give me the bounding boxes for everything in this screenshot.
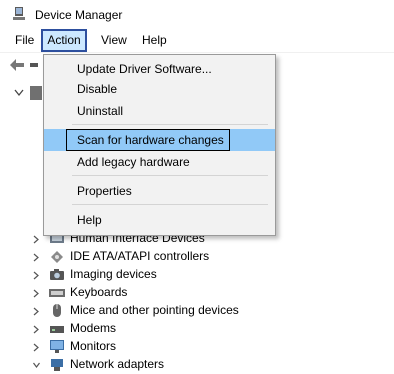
menu-separator	[72, 175, 268, 176]
menu-item-label: Disable	[77, 82, 118, 96]
chevron-down-icon[interactable]	[14, 89, 24, 97]
mouse-icon	[53, 304, 61, 317]
tree-item-label: IDE ATA/ATAPI controllers	[70, 249, 210, 263]
tree-item-ide-ata-atapi[interactable]: IDE ATA/ATAPI controllers	[33, 248, 363, 266]
menu-item-label: Add legacy hardware	[77, 155, 190, 169]
menu-help[interactable]: Help	[135, 31, 174, 50]
chevron-right-icon[interactable]	[33, 307, 40, 316]
menu-item-add-legacy-hardware[interactable]: Add legacy hardware	[44, 151, 275, 173]
tree-item-keyboards[interactable]: Keyboards	[33, 284, 363, 302]
menu-item-label: Uninstall	[77, 104, 124, 118]
tree-item-label: Keyboards	[70, 285, 128, 299]
action-menu: Update Driver Software... Disable Uninst…	[43, 54, 276, 236]
tree-item-label: Monitors	[70, 339, 117, 353]
menu-item-help[interactable]: Help	[44, 209, 275, 231]
tree-item-modems[interactable]: Modems	[33, 320, 363, 338]
tree-item-mice[interactable]: Mice and other pointing devices	[33, 302, 363, 320]
chevron-right-icon[interactable]	[33, 343, 40, 352]
window-title: Device Manager	[35, 8, 123, 22]
chevron-right-icon[interactable]	[33, 325, 40, 334]
menu-item-disable[interactable]: Disable	[44, 78, 275, 100]
menu-bar: File Action View Help	[0, 29, 394, 52]
menu-item-label: Properties	[77, 184, 132, 198]
tree-item-monitors[interactable]: Monitors	[33, 338, 363, 356]
modem-icon	[50, 326, 64, 333]
tree-item-imaging-devices[interactable]: Imaging devices	[33, 266, 363, 284]
menu-separator	[72, 204, 268, 205]
chevron-right-icon[interactable]	[33, 271, 40, 280]
forward-arrow-icon[interactable]	[30, 59, 44, 71]
title-bar: Device Manager	[0, 0, 394, 30]
tree-item-label: Imaging devices	[70, 267, 157, 281]
ide-controller-icon	[51, 251, 63, 263]
menu-item-update-driver[interactable]: Update Driver Software...	[44, 58, 275, 80]
chevron-down-icon[interactable]	[33, 361, 40, 370]
chevron-right-icon[interactable]	[33, 253, 40, 262]
menu-view[interactable]: View	[94, 31, 134, 50]
computer-icon	[30, 86, 42, 100]
camera-icon	[50, 269, 64, 280]
menu-file[interactable]: File	[8, 31, 41, 50]
menu-item-label: Help	[77, 213, 102, 227]
back-arrow-icon[interactable]	[10, 59, 24, 71]
chevron-right-icon[interactable]	[33, 235, 40, 244]
menu-item-uninstall[interactable]: Uninstall	[44, 100, 275, 122]
menu-item-label: Update Driver Software...	[77, 62, 212, 76]
device-manager-icon	[13, 7, 25, 20]
menu-item-scan-hardware[interactable]: Scan for hardware changes	[44, 129, 275, 151]
menu-item-label: Scan for hardware changes	[77, 133, 224, 147]
menu-item-properties[interactable]: Properties	[44, 180, 275, 202]
tree-item-label: Modems	[70, 321, 117, 335]
menu-separator	[72, 124, 268, 125]
keyboard-icon	[49, 289, 65, 297]
monitor-icon	[50, 340, 64, 353]
tree-item-label: Network adapters	[70, 357, 165, 371]
tree-item-network-adapters[interactable]: Network adapters	[33, 356, 363, 374]
menu-action[interactable]: Action	[41, 29, 87, 52]
chevron-right-icon[interactable]	[33, 289, 40, 298]
tree-item-label: Mice and other pointing devices	[70, 303, 239, 317]
